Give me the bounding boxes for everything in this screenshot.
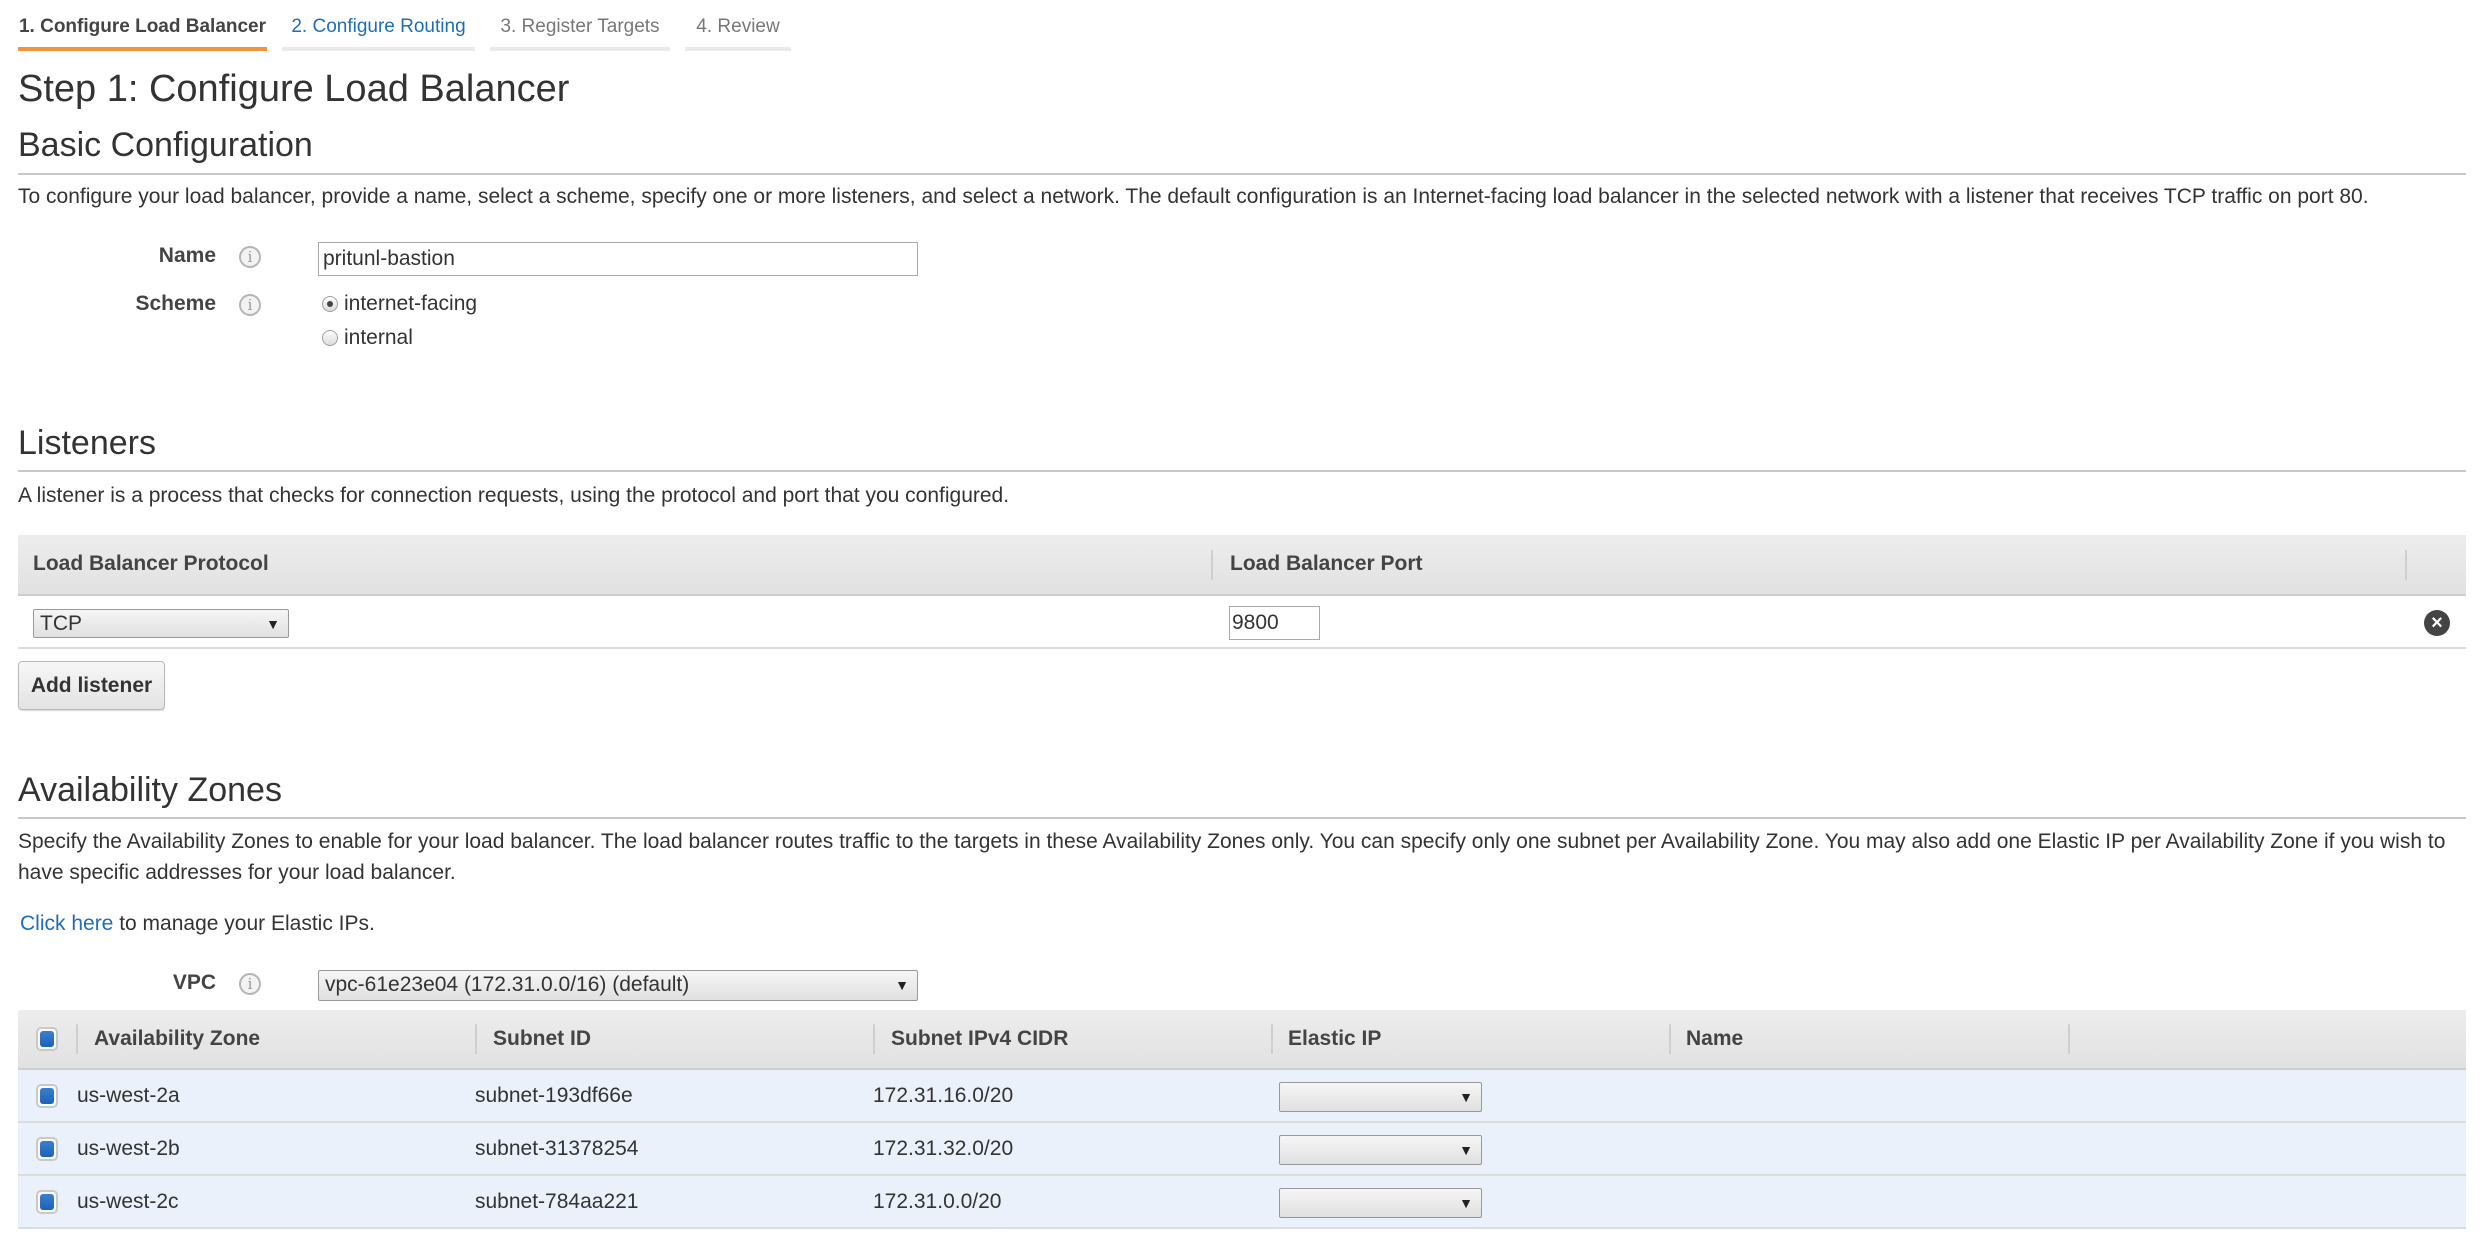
az-table-header: Availability Zone Subnet ID Subnet IPv4 … bbox=[18, 1010, 2466, 1070]
chevron-down-icon: ▼ bbox=[895, 977, 909, 993]
elastic-ip-note-text: to manage your Elastic IPs. bbox=[113, 912, 375, 935]
column-header-name: Name bbox=[1686, 1027, 1744, 1050]
listeners-title: Listeners bbox=[18, 424, 156, 462]
column-separator[interactable] bbox=[1669, 1024, 1671, 1054]
tab-configure-load-balancer[interactable]: 1. Configure Load Balancer bbox=[18, 0, 267, 51]
elastic-ip-select[interactable]: ▼ bbox=[1279, 1188, 1482, 1218]
protocol-value: TCP bbox=[40, 612, 82, 635]
basic-configuration-title: Basic Configuration bbox=[18, 126, 313, 164]
tab-review[interactable]: 4. Review bbox=[685, 0, 791, 51]
add-listener-button[interactable]: Add listener bbox=[18, 661, 165, 710]
radio-internet-facing[interactable] bbox=[322, 296, 338, 312]
column-separator[interactable] bbox=[1271, 1024, 1273, 1054]
cidr-cell: 172.31.16.0/20 bbox=[873, 1084, 1014, 1107]
table-row[interactable]: us-west-2c subnet-784aa221 172.31.0.0/20… bbox=[18, 1176, 2466, 1229]
row-checkbox[interactable] bbox=[36, 1190, 58, 1214]
section-divider bbox=[18, 817, 2466, 819]
name-label: Name bbox=[158, 244, 216, 267]
listeners-table-header: Load Balancer Protocol Load Balancer Por… bbox=[18, 535, 2466, 596]
port-input[interactable] bbox=[1229, 606, 1320, 640]
radio-internal[interactable] bbox=[322, 330, 338, 346]
listeners-description: A listener is a process that checks for … bbox=[18, 484, 1010, 507]
row-checkbox[interactable] bbox=[36, 1084, 58, 1108]
column-separator[interactable] bbox=[475, 1024, 477, 1054]
chevron-down-icon: ▼ bbox=[1459, 1089, 1473, 1105]
column-separator[interactable] bbox=[2405, 550, 2407, 580]
cidr-cell: 172.31.32.0/20 bbox=[873, 1137, 1014, 1160]
vpc-info-icon[interactable]: i bbox=[239, 973, 261, 995]
subnet-cell: subnet-784aa221 bbox=[475, 1190, 639, 1213]
name-info-icon[interactable]: i bbox=[239, 246, 261, 268]
section-divider bbox=[18, 173, 2466, 175]
zone-cell: us-west-2b bbox=[77, 1137, 180, 1160]
table-row[interactable]: us-west-2b subnet-31378254 172.31.32.0/2… bbox=[18, 1123, 2466, 1176]
column-header-elastic-ip: Elastic IP bbox=[1288, 1027, 1382, 1050]
radio-label: internet-facing bbox=[344, 292, 478, 315]
remove-listener-icon[interactable]: × bbox=[2424, 610, 2450, 636]
basic-configuration-description: To configure your load balancer, provide… bbox=[18, 185, 2369, 208]
column-separator[interactable] bbox=[2068, 1024, 2070, 1054]
vpc-select[interactable]: vpc-61e23e04 (172.31.0.0/16) (default) ▼ bbox=[318, 970, 918, 1001]
zone-cell: us-west-2c bbox=[77, 1190, 179, 1213]
scheme-option-internet-facing[interactable]: internet-facing bbox=[322, 292, 477, 316]
chevron-down-icon: ▼ bbox=[266, 616, 280, 632]
zone-cell: us-west-2a bbox=[77, 1084, 180, 1107]
column-header-availability-zone: Availability Zone bbox=[94, 1027, 261, 1050]
vpc-label: VPC bbox=[172, 971, 216, 994]
scheme-info-icon[interactable]: i bbox=[239, 294, 261, 316]
chevron-down-icon: ▼ bbox=[1459, 1142, 1473, 1158]
elastic-ip-select[interactable]: ▼ bbox=[1279, 1082, 1482, 1112]
select-all-checkbox[interactable] bbox=[36, 1027, 58, 1051]
cidr-cell: 172.31.0.0/20 bbox=[873, 1190, 1002, 1213]
availability-zones-description: Specify the Availability Zones to enable… bbox=[18, 830, 2446, 884]
column-separator[interactable] bbox=[873, 1024, 875, 1054]
name-input[interactable] bbox=[318, 242, 918, 276]
radio-label: internal bbox=[344, 326, 413, 349]
column-header-protocol: Load Balancer Protocol bbox=[33, 552, 269, 575]
vpc-value: vpc-61e23e04 (172.31.0.0/16) (default) bbox=[325, 973, 690, 996]
section-divider bbox=[18, 470, 2466, 472]
scheme-label: Scheme bbox=[135, 292, 216, 315]
elastic-ip-note: Click here to manage your Elastic IPs. bbox=[20, 908, 2470, 939]
column-separator[interactable] bbox=[1211, 550, 1213, 580]
protocol-select[interactable]: TCP ▼ bbox=[33, 609, 289, 638]
availability-zones-title: Availability Zones bbox=[18, 771, 282, 809]
row-divider bbox=[18, 647, 2466, 649]
tab-configure-routing[interactable]: 2. Configure Routing bbox=[282, 0, 475, 51]
manage-elastic-ips-link[interactable]: Click here bbox=[20, 912, 113, 935]
column-header-port: Load Balancer Port bbox=[1230, 552, 1423, 575]
subnet-cell: subnet-31378254 bbox=[475, 1137, 639, 1160]
tab-register-targets[interactable]: 3. Register Targets bbox=[490, 0, 670, 51]
column-separator[interactable] bbox=[76, 1024, 78, 1054]
row-checkbox[interactable] bbox=[36, 1137, 58, 1161]
column-header-subnet-id: Subnet ID bbox=[493, 1027, 591, 1050]
subnet-cell: subnet-193df66e bbox=[475, 1084, 633, 1107]
elastic-ip-select[interactable]: ▼ bbox=[1279, 1135, 1482, 1165]
column-header-subnet-cidr: Subnet IPv4 CIDR bbox=[891, 1027, 1069, 1050]
page-title: Step 1: Configure Load Balancer bbox=[18, 68, 570, 110]
scheme-option-internal[interactable]: internal bbox=[322, 326, 413, 350]
table-row[interactable]: us-west-2a subnet-193df66e 172.31.16.0/2… bbox=[18, 1070, 2466, 1123]
chevron-down-icon: ▼ bbox=[1459, 1195, 1473, 1211]
